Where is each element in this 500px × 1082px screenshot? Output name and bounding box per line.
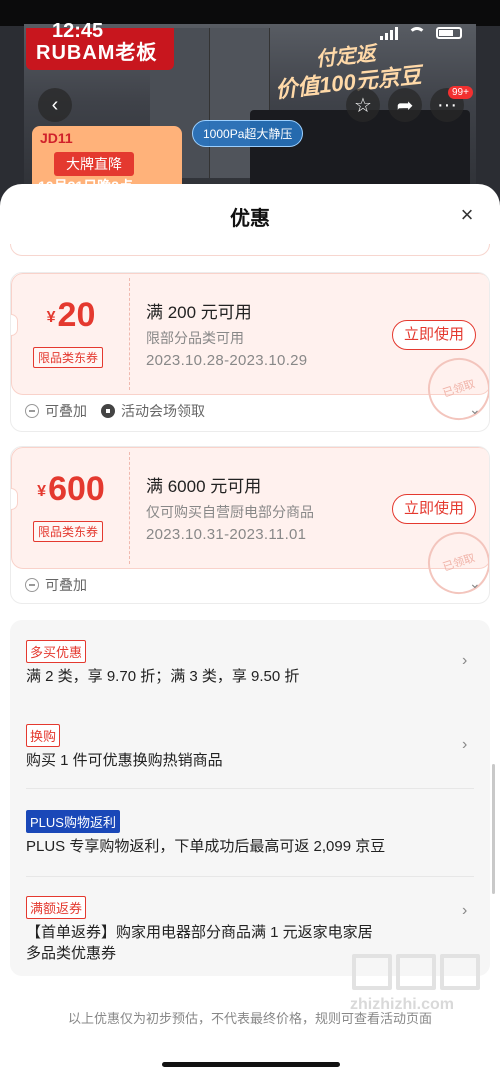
promotion-list: 多买优惠 满 2 类，享 9.70 折；满 3 类，享 9.50 折 › 换购 … (10, 620, 490, 976)
favorite-button[interactable]: ☆ (346, 88, 380, 122)
coupon-dates: 2023.10.28-2023.10.29 (146, 352, 308, 369)
coupon-scope: 限部分品类可用 (146, 330, 244, 346)
coupon-footer: 可叠加 (25, 575, 101, 595)
close-button[interactable]: × (456, 204, 478, 226)
coupon-condition: 满 200 元可用 (146, 303, 252, 322)
signal-icon (380, 26, 398, 40)
coupon-scope: 仅可购买自营厨电部分商品 (146, 504, 314, 520)
chevron-down-icon[interactable]: ⌄ (469, 401, 481, 418)
promotion-desc: 购买 1 件可优惠换购热销商品 (26, 752, 223, 769)
share-button[interactable]: ➦ (388, 88, 422, 122)
chevron-right-icon: › (462, 736, 468, 753)
promotion-desc: 满 2 类，享 9.70 折；满 3 类，享 9.50 折 (26, 668, 300, 685)
chevron-left-icon: ‹ (51, 93, 59, 116)
home-indicator[interactable] (162, 1062, 340, 1067)
promotion-tag: 多买优惠 (26, 640, 87, 663)
promotion-tag: 满额返券 (26, 896, 87, 919)
chevron-down-icon[interactable]: ⌄ (469, 575, 481, 592)
discount-sheet: 优惠 × ¥20 限品类东券 满 200 元可用 限部分品类可用 2023.10… (0, 184, 500, 1082)
promotion-desc: 【首单返券】购家用电器部分商品满 1 元返家电家居 多品类优惠券 (26, 924, 373, 962)
feature-pill: 1000Pa超大静压 (192, 120, 304, 147)
use-now-button[interactable]: 立即使用 (392, 320, 476, 350)
chevron-right-icon: › (462, 902, 468, 919)
use-now-button[interactable]: 立即使用 (392, 494, 476, 524)
scrollbar[interactable] (492, 764, 495, 894)
stackable-icon (25, 404, 39, 418)
coupon-body: ¥20 限品类东券 满 200 元可用 限部分品类可用 2023.10.28-2… (11, 273, 489, 429)
coupon-body: ¥600 限品类东券 满 6000 元可用 仅可购买自营厨电部分商品 2023.… (11, 447, 489, 603)
promotion-tag: PLUS购物返利 (26, 810, 120, 833)
star-icon: ☆ (354, 94, 372, 117)
wifi-icon (408, 27, 426, 39)
coupon-condition: 满 6000 元可用 (146, 477, 262, 496)
coupon-dates: 2023.10.31-2023.11.01 (146, 526, 307, 543)
event-label: 大牌直降 (54, 152, 134, 176)
sheet-title: 优惠 (230, 208, 270, 230)
stackable-icon (25, 578, 39, 592)
coupon-card: ¥600 限品类东券 满 6000 元可用 仅可购买自营厨电部分商品 2023.… (10, 446, 490, 604)
close-icon: × (460, 202, 474, 227)
coupon-footer: 可叠加 活动会场领取 (25, 401, 219, 421)
event-logo: JD11 (40, 130, 73, 146)
coupon-category-tag: 限品类东券 (33, 347, 104, 368)
status-icons (380, 26, 462, 40)
coupon-amount: ¥20 (46, 296, 96, 334)
venue-icon (101, 404, 115, 418)
notification-badge: 99+ (448, 86, 473, 99)
share-arrow-icon: ➦ (396, 94, 414, 117)
back-button[interactable]: ‹ (38, 88, 72, 122)
coupon-category-tag: 限品类东券 (33, 521, 104, 542)
coupon-card: ¥20 限品类东券 满 200 元可用 限部分品类可用 2023.10.28-2… (10, 272, 490, 432)
watermark-text: zhizhizhi.com (350, 996, 454, 1013)
promotion-item[interactable]: 换购 购买 1 件可优惠换购热销商品 › (10, 706, 490, 790)
promotion-item: PLUS购物返利 PLUS 专享购物返利，下单成功后最高可返 2,099 京豆 (10, 790, 490, 876)
promotion-item[interactable]: 多买优惠 满 2 类，享 9.70 折；满 3 类，享 9.50 折 › (10, 620, 490, 706)
promotion-desc: PLUS 专享购物返利，下单成功后最高可返 2,099 京豆 (26, 838, 386, 855)
watermark-logo (352, 954, 480, 990)
status-time: 12:45 (52, 20, 104, 42)
chevron-right-icon: › (462, 652, 468, 669)
promotion-tag: 换购 (26, 724, 61, 747)
battery-icon (436, 27, 462, 39)
coupon-amount: ¥600 (37, 470, 105, 508)
previous-coupon-edge (10, 244, 490, 256)
